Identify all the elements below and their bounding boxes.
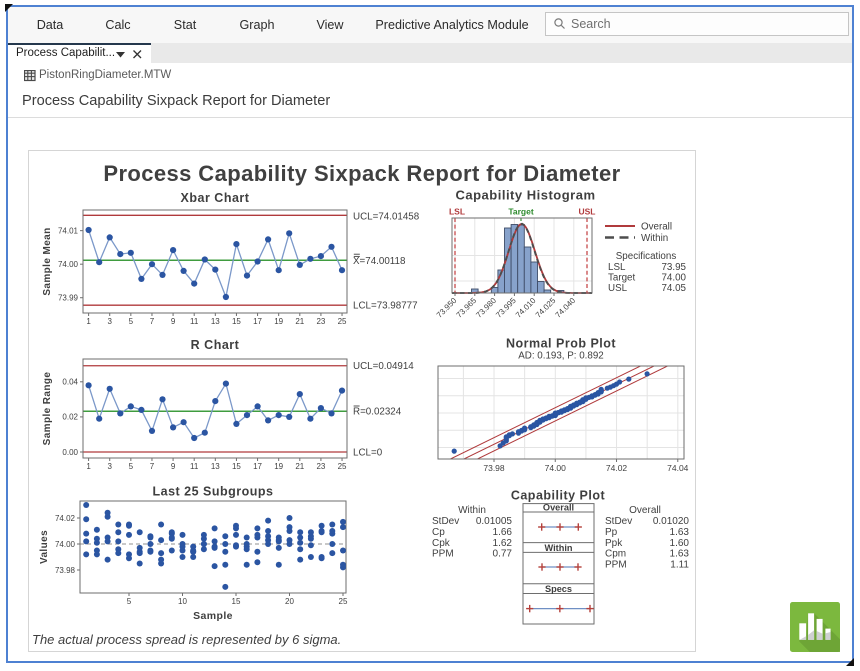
- svg-text:0.00: 0.00: [62, 448, 78, 457]
- svg-text:74.02: 74.02: [606, 463, 628, 473]
- svg-text:Within: Within: [458, 505, 486, 516]
- svg-text:PPM: PPM: [432, 549, 454, 560]
- svg-text:74.05: 74.05: [661, 283, 686, 294]
- svg-text:74.00: 74.00: [545, 463, 567, 473]
- svg-text:9: 9: [171, 462, 176, 471]
- svg-text:0.04: 0.04: [62, 378, 78, 387]
- svg-text:Capability Plot: Capability Plot: [511, 489, 606, 503]
- svg-text:13: 13: [211, 462, 220, 471]
- svg-text:0.01005: 0.01005: [476, 516, 513, 527]
- svg-text:0.02: 0.02: [62, 413, 78, 422]
- svg-text:17: 17: [253, 462, 262, 471]
- svg-text:Overall: Overall: [629, 505, 661, 516]
- svg-text:Within: Within: [545, 543, 573, 553]
- svg-text:Process Capability Sixpack Rep: Process Capability Sixpack Report for Di…: [103, 161, 620, 186]
- svg-text:74.04: 74.04: [667, 463, 689, 473]
- svg-text:Xbar Chart: Xbar Chart: [181, 191, 250, 205]
- svg-text:USL: USL: [579, 207, 596, 217]
- svg-text:1.63: 1.63: [670, 549, 690, 560]
- svg-text:Cp: Cp: [432, 527, 445, 538]
- svg-text:20: 20: [285, 597, 294, 606]
- svg-text:19: 19: [274, 317, 283, 326]
- svg-text:Specifications: Specifications: [616, 251, 677, 262]
- svg-text:17: 17: [253, 317, 262, 326]
- svg-text:0.01020: 0.01020: [653, 516, 690, 527]
- svg-text:25: 25: [338, 317, 347, 326]
- svg-text:The actual process spread is r: The actual process spread is represented…: [32, 632, 341, 647]
- svg-text:13: 13: [211, 317, 220, 326]
- svg-text:23: 23: [316, 317, 325, 326]
- svg-text:Normal Prob Plot: Normal Prob Plot: [506, 337, 616, 351]
- svg-text:25: 25: [338, 462, 347, 471]
- svg-text:15: 15: [232, 597, 241, 606]
- svg-text:15: 15: [232, 317, 241, 326]
- svg-text:74.00: 74.00: [58, 260, 79, 269]
- svg-text:Cpm: Cpm: [605, 549, 626, 560]
- svg-text:1.11: 1.11: [670, 559, 689, 570]
- svg-text:11: 11: [190, 462, 199, 471]
- svg-text:Sample: Sample: [193, 610, 233, 622]
- svg-text:R Chart: R Chart: [191, 338, 240, 352]
- svg-text:1.62: 1.62: [493, 538, 513, 549]
- svg-text:Pp: Pp: [605, 527, 618, 538]
- svg-text:73.95: 73.95: [661, 262, 686, 273]
- svg-text:19: 19: [274, 462, 283, 471]
- svg-text:74.02: 74.02: [55, 514, 76, 523]
- svg-text:Overall: Overall: [543, 503, 574, 513]
- svg-text:Capability Histogram: Capability Histogram: [455, 188, 595, 203]
- svg-text:23: 23: [316, 462, 325, 471]
- svg-text:5: 5: [127, 597, 132, 606]
- svg-text:11: 11: [190, 317, 199, 326]
- svg-text:73.98: 73.98: [55, 566, 76, 575]
- svg-text:5: 5: [129, 317, 134, 326]
- svg-text:UCL=0.04914: UCL=0.04914: [353, 361, 414, 372]
- svg-text:Cpk: Cpk: [432, 538, 451, 549]
- svg-text:StDev: StDev: [605, 516, 632, 527]
- svg-text:3: 3: [107, 317, 112, 326]
- svg-text:LCL=73.98777: LCL=73.98777: [353, 301, 418, 312]
- svg-text:7: 7: [150, 462, 155, 471]
- svg-text:25: 25: [339, 597, 348, 606]
- svg-text:0.77: 0.77: [493, 549, 513, 560]
- svg-text:Target: Target: [508, 207, 534, 217]
- svg-text:StDev: StDev: [432, 516, 459, 527]
- svg-text:21: 21: [295, 317, 304, 326]
- svg-text:Sample Range: Sample Range: [42, 372, 53, 446]
- svg-text:1: 1: [86, 317, 91, 326]
- svg-text:Within: Within: [641, 233, 668, 244]
- svg-text:USL: USL: [608, 283, 628, 294]
- svg-text:74.01: 74.01: [58, 226, 79, 235]
- svg-text:R=0.02324: R=0.02324: [353, 407, 402, 418]
- svg-text:1: 1: [86, 462, 91, 471]
- svg-text:10: 10: [178, 597, 187, 606]
- svg-text:Ppk: Ppk: [605, 538, 623, 549]
- svg-text:PPM: PPM: [605, 559, 627, 570]
- svg-text:1.66: 1.66: [493, 527, 513, 538]
- svg-text:AD: 0.193, P: 0.892: AD: 0.193, P: 0.892: [518, 351, 604, 362]
- svg-text:LSL: LSL: [608, 262, 626, 273]
- svg-text:1.63: 1.63: [670, 527, 690, 538]
- svg-text:Last 25 Subgroups: Last 25 Subgroups: [152, 485, 273, 499]
- svg-text:5: 5: [129, 462, 134, 471]
- svg-text:LCL=0: LCL=0: [353, 448, 383, 459]
- svg-text:Target: Target: [608, 273, 636, 284]
- svg-text:9: 9: [171, 317, 176, 326]
- svg-text:1.60: 1.60: [670, 538, 690, 549]
- svg-text:7: 7: [150, 317, 155, 326]
- svg-text:UCL=74.01458: UCL=74.01458: [353, 212, 420, 223]
- svg-text:X=74.00118: X=74.00118: [353, 256, 406, 267]
- svg-text:73.98: 73.98: [483, 463, 505, 473]
- svg-text:74.00: 74.00: [55, 540, 76, 549]
- svg-text:73.99: 73.99: [58, 294, 79, 303]
- svg-text:15: 15: [232, 462, 241, 471]
- svg-text:Specs: Specs: [545, 584, 572, 594]
- svg-text:Values: Values: [39, 530, 50, 564]
- svg-text:3: 3: [107, 462, 112, 471]
- svg-text:74.00: 74.00: [661, 273, 686, 284]
- svg-text:LSL: LSL: [449, 207, 465, 217]
- svg-text:Sample Mean: Sample Mean: [42, 227, 53, 295]
- svg-text:21: 21: [295, 462, 304, 471]
- svg-text:Overall: Overall: [641, 222, 672, 233]
